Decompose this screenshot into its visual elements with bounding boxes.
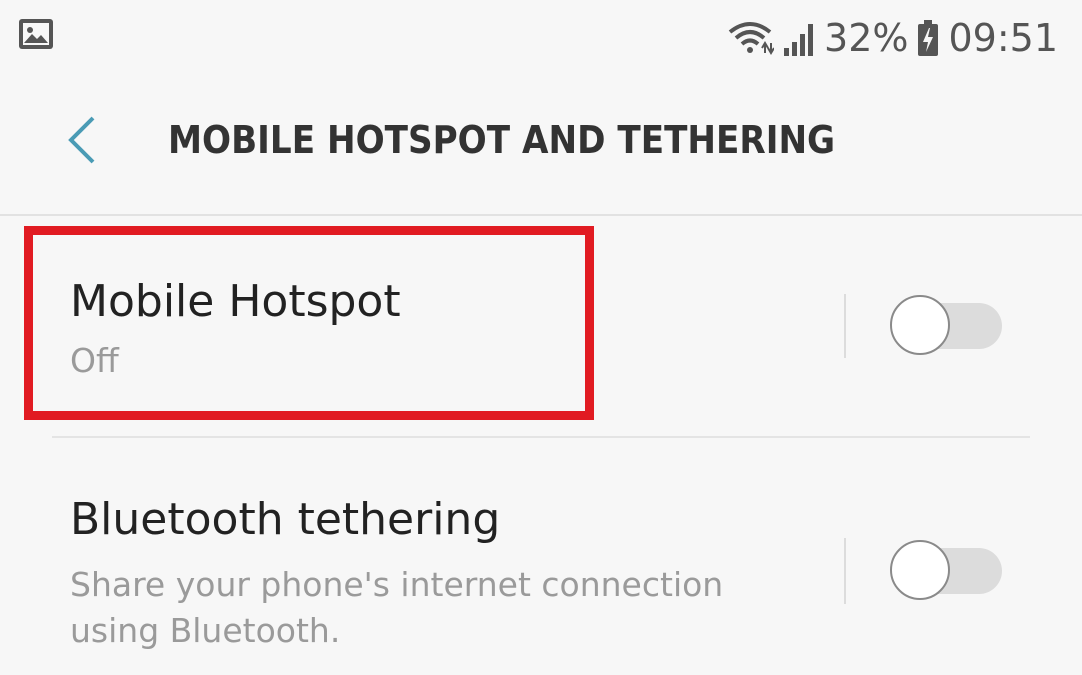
back-button[interactable] bbox=[52, 112, 112, 172]
toggle-knob bbox=[890, 295, 950, 355]
divider bbox=[844, 294, 846, 358]
battery-percent: 32% bbox=[824, 16, 909, 60]
status-time: 09:51 bbox=[948, 16, 1058, 60]
setting-summary: Off bbox=[70, 341, 119, 380]
setting-summary: Share your phone's internet connection u… bbox=[70, 565, 724, 650]
page-title: MOBILE HOTSPOT AND TETHERING bbox=[168, 118, 836, 162]
bluetooth-tethering-toggle[interactable] bbox=[890, 540, 1002, 602]
divider bbox=[844, 538, 846, 604]
signal-icon bbox=[782, 18, 816, 58]
setting-row-bluetooth-tethering[interactable]: Bluetooth tethering Share your phone's i… bbox=[0, 438, 1082, 675]
battery-charging-icon bbox=[916, 18, 940, 58]
app-header: MOBILE HOTSPOT AND TETHERING bbox=[0, 80, 1082, 214]
chevron-left-icon bbox=[67, 115, 97, 169]
wifi-icon bbox=[726, 18, 775, 58]
status-bar: 32% 09:51 bbox=[0, 0, 1082, 80]
toggle-knob bbox=[890, 540, 950, 600]
gallery-icon bbox=[18, 18, 54, 54]
setting-row-mobile-hotspot[interactable]: Mobile Hotspot Off bbox=[0, 216, 1082, 436]
setting-title: Mobile Hotspot bbox=[70, 276, 401, 327]
setting-title: Bluetooth tethering bbox=[70, 494, 501, 545]
mobile-hotspot-toggle[interactable] bbox=[890, 295, 1002, 357]
